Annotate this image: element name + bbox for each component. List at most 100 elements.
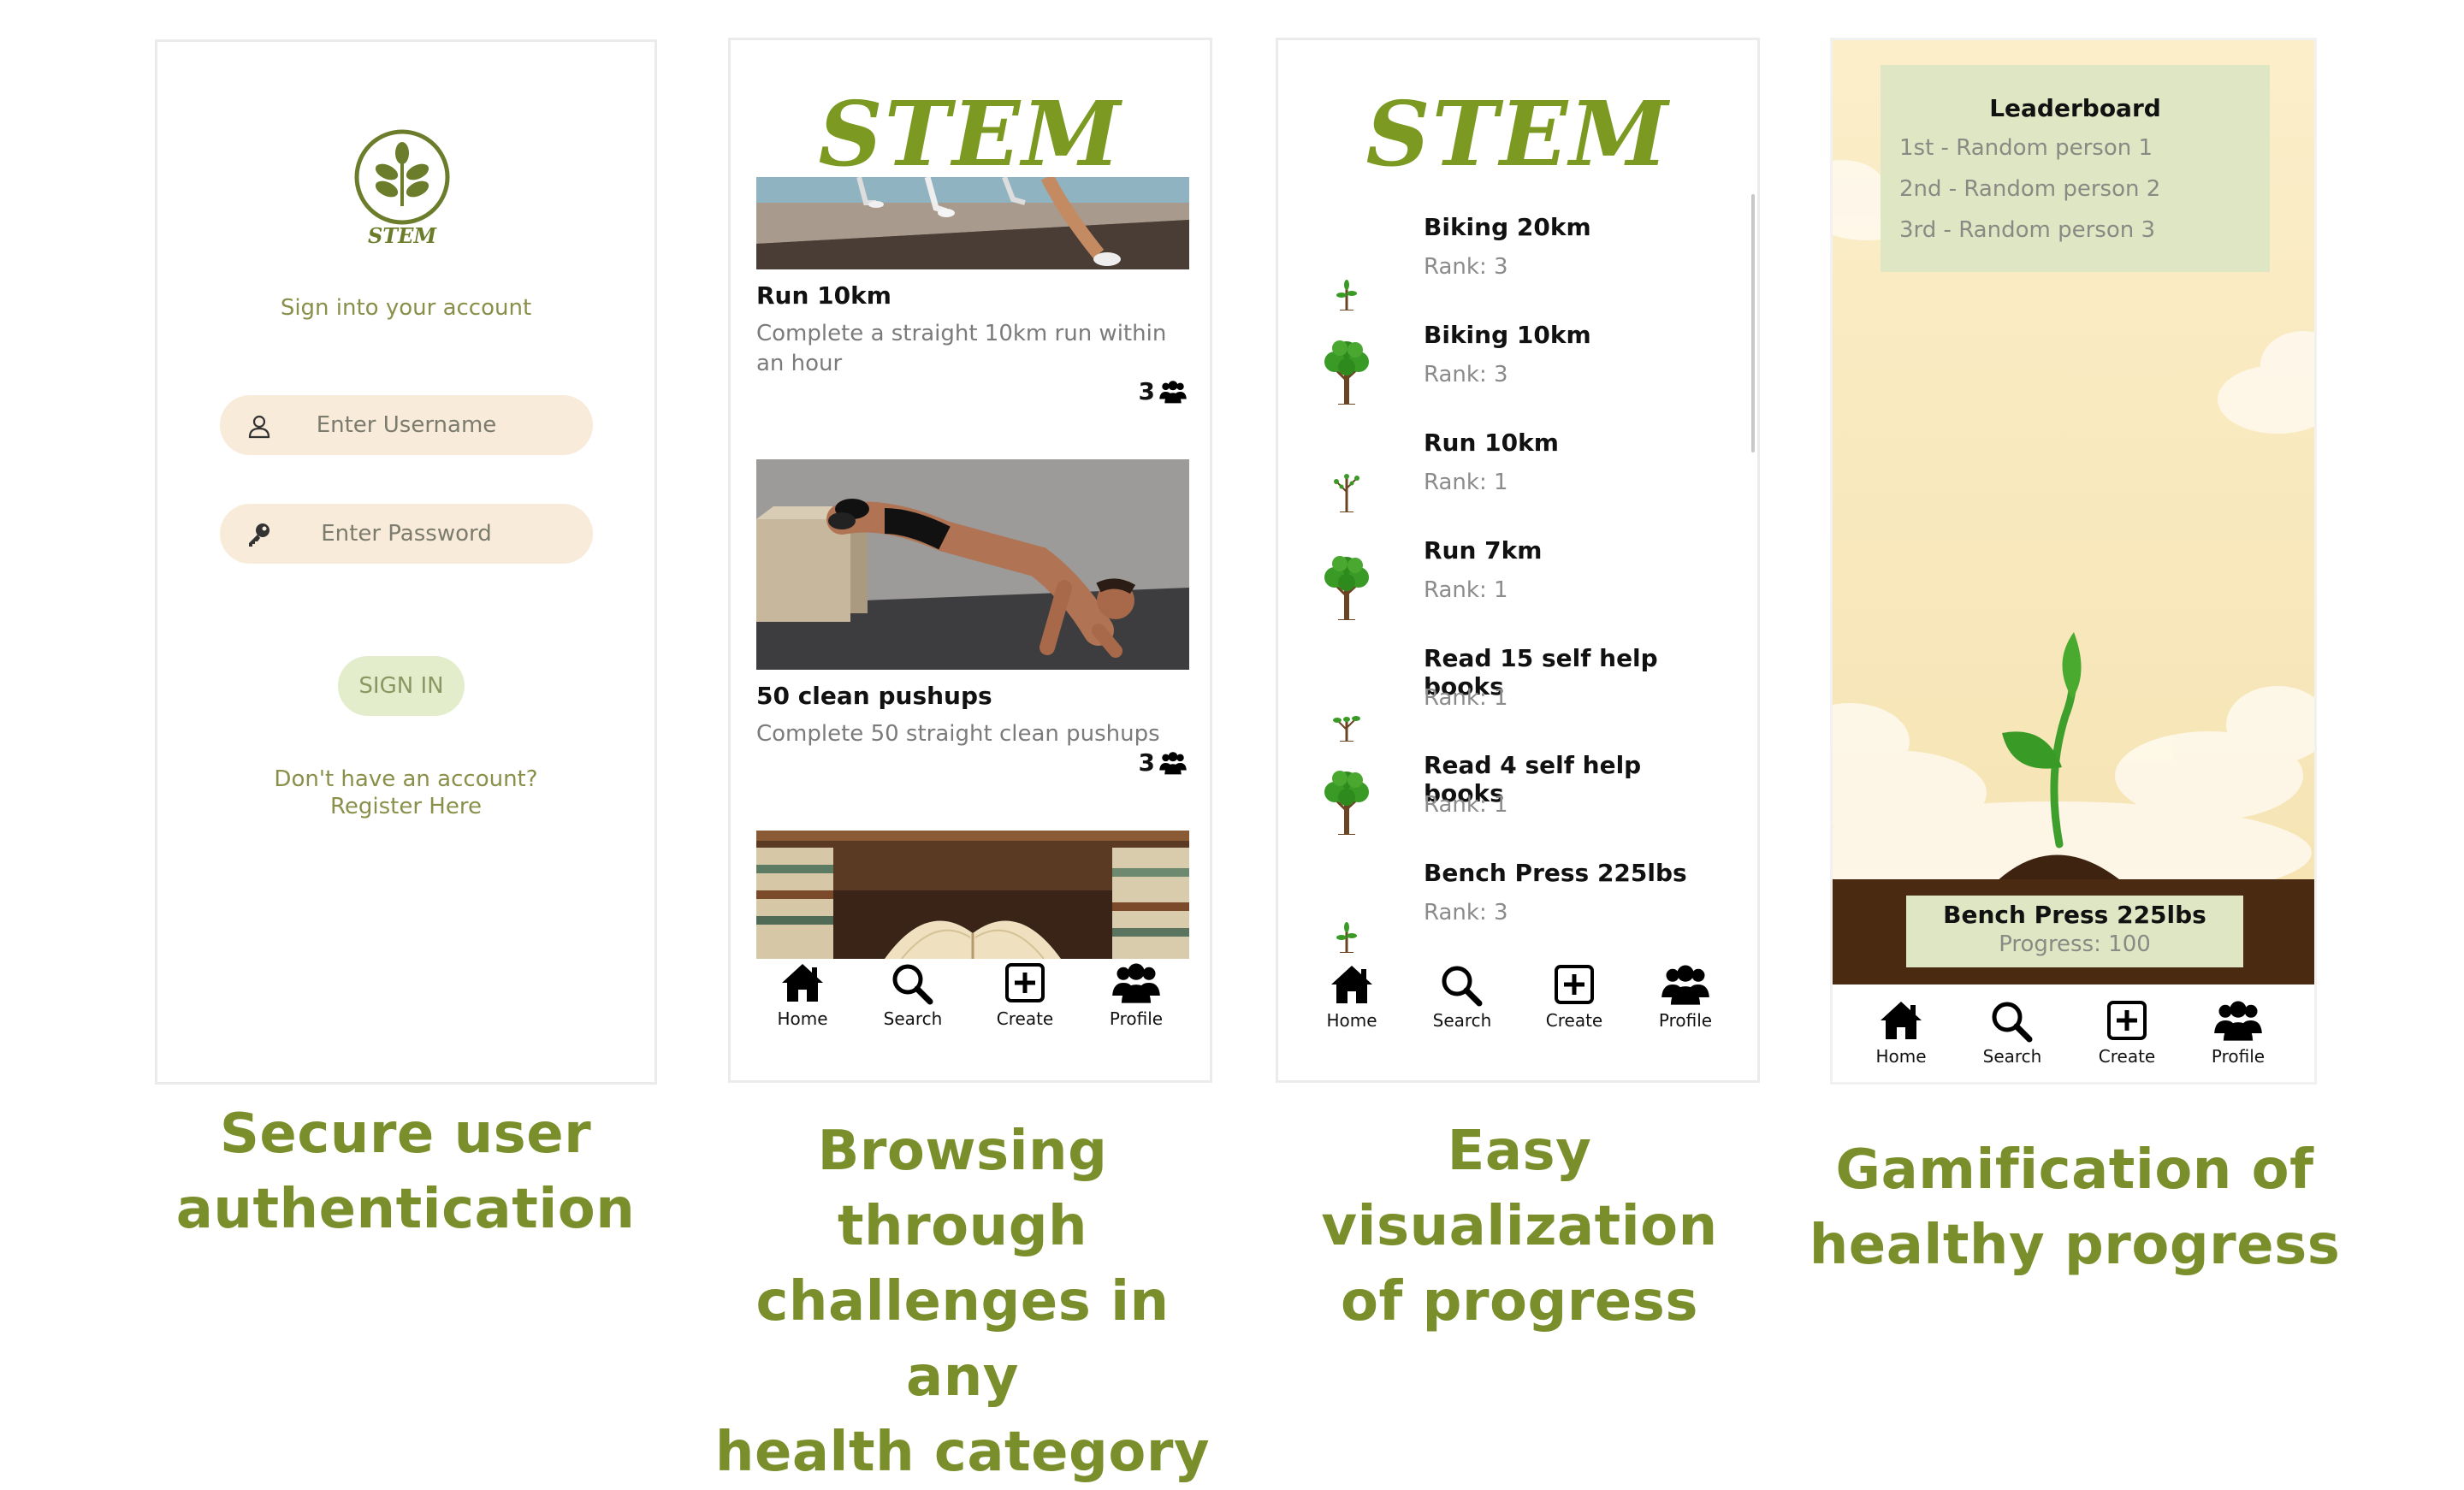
create-icon [1001, 961, 1049, 1005]
nav-create[interactable]: Create [1531, 962, 1617, 1031]
home-icon [1331, 966, 1372, 1003]
app-title: STEM [818, 81, 1122, 186]
participant-count: 3 [1139, 748, 1188, 777]
participant-count-value: 3 [1138, 377, 1155, 405]
leaderboard-title: Leaderboard [1989, 94, 2161, 122]
leaderboard-row: 3rd - Random person 3 [1899, 217, 2156, 243]
profile-group-icon [1112, 963, 1160, 1003]
signin-prompt: Sign into your account [280, 295, 532, 321]
caption-authentication: Secure user authentication [149, 1097, 662, 1247]
run-challenge-image[interactable] [756, 177, 1189, 269]
progress-rank: Rank: 3 [1424, 254, 1508, 280]
scrollbar[interactable] [1751, 194, 1755, 452]
bare-tree-icon [1332, 472, 1361, 512]
username-field[interactable]: Enter Username [220, 395, 593, 455]
pushup-challenge-image[interactable] [756, 459, 1189, 670]
nav-search-label: Search [1432, 1010, 1492, 1031]
caption-line: Browsing through [817, 1120, 1108, 1258]
app-title: STEM [1365, 81, 1670, 186]
progress-item[interactable]: Run 10km Rank: 1 [1278, 429, 1723, 536]
progress-item[interactable]: Biking 10km Rank: 3 [1278, 321, 1723, 429]
nav-create[interactable]: Create [2084, 998, 2170, 1067]
nav-create[interactable]: Create [982, 961, 1068, 1029]
stem-logo: STEM [352, 127, 452, 248]
register-link[interactable]: Register Here [157, 793, 654, 820]
challenge-title[interactable]: Run 10km [756, 281, 891, 310]
home-icon [782, 964, 823, 1002]
game-screen: Leaderboard 1st - Random person 1 2nd - … [1830, 38, 2317, 1085]
progress-title: Bench Press 225lbs [1424, 859, 1687, 887]
search-icon [1988, 998, 2036, 1043]
progress-item[interactable]: Read 4 self help books Rank: 1 [1278, 751, 1723, 859]
caption-browsing: Browsing through challenges in any healt… [693, 1114, 1232, 1490]
nav-home[interactable]: Home [1309, 962, 1395, 1031]
nav-profile-label: Profile [1109, 1008, 1164, 1029]
create-icon [2103, 998, 2151, 1043]
nav-search[interactable]: Search [1969, 998, 2055, 1067]
profile-group-icon [2214, 1001, 2262, 1041]
sapling-icon [1335, 278, 1359, 310]
sapling-icon [1335, 920, 1359, 953]
caption-line: of progress [1341, 1270, 1698, 1333]
progress-rank: Rank: 3 [1424, 362, 1508, 387]
full-tree-icon [1323, 769, 1371, 835]
caption-line: Gamification of [1835, 1138, 2314, 1202]
bottom-nav: Home Search Create Profile [1833, 998, 2314, 1082]
nav-home[interactable]: Home [760, 961, 845, 1029]
bottom-nav: Home Search Create Profile [1278, 962, 1757, 1056]
progress-item[interactable]: Run 7km Rank: 1 [1278, 536, 1723, 644]
caption-line: Secure user [219, 1103, 592, 1166]
books-challenge-image[interactable] [756, 831, 1189, 959]
caption-line: Easy visualization [1321, 1120, 1718, 1258]
progress-title: Biking 20km [1424, 213, 1591, 241]
nav-home-label: Home [777, 1008, 828, 1029]
challenge-description: Complete 50 straight clean pushups [756, 721, 1160, 747]
caption-line: challenges in any [755, 1270, 1170, 1409]
create-icon [1550, 962, 1598, 1007]
nav-search[interactable]: Search [1419, 962, 1505, 1031]
nav-profile-label: Profile [1658, 1010, 1713, 1031]
nav-create-label: Create [996, 1008, 1054, 1029]
nav-home[interactable]: Home [1858, 998, 1944, 1067]
progress-title: Run 10km [1424, 429, 1559, 457]
nav-profile[interactable]: Profile [1093, 961, 1179, 1029]
progress-rank: Rank: 1 [1424, 792, 1508, 818]
register-prompt: Don't have an account? Register Here [157, 766, 654, 820]
login-screen: STEM Sign into your account Enter Userna… [155, 39, 657, 1085]
progress-rank: Rank: 1 [1424, 470, 1508, 495]
username-input[interactable]: Enter Username [220, 412, 593, 438]
group-icon [1159, 380, 1187, 403]
search-icon [1438, 962, 1486, 1007]
challenge-description: Complete a straight 10km run within an h… [756, 321, 1167, 376]
leaderboard-row: 2nd - Random person 2 [1899, 176, 2161, 202]
young-tree-icon [1331, 714, 1362, 742]
caption-gamification: Gamification of healthy progress [1805, 1132, 2344, 1283]
signin-button[interactable]: SIGN IN [338, 656, 465, 716]
full-tree-icon [1323, 339, 1371, 405]
nav-profile[interactable]: Profile [1643, 962, 1728, 1031]
register-question: Don't have an account? [274, 766, 538, 792]
password-field[interactable]: Enter Password [220, 504, 593, 564]
progress-item[interactable]: Biking 20km Rank: 3 [1278, 213, 1723, 321]
caption-line: authentication [175, 1178, 636, 1241]
progress-rank: Rank: 3 [1424, 900, 1508, 925]
group-icon [1159, 751, 1187, 774]
browse-screen: STEM Run 10km Complete a straight 10km r… [728, 38, 1212, 1083]
leaderboard: Leaderboard 1st - Random person 1 2nd - … [1881, 65, 2270, 272]
profile-group-icon [1661, 965, 1709, 1005]
nav-create-label: Create [2098, 1046, 2156, 1067]
challenge-title[interactable]: 50 clean pushups [756, 682, 992, 710]
logo-text: STEM [367, 223, 437, 248]
progress-screen: STEM Biking 20km Rank: 3 Biking 10km Ran… [1276, 38, 1760, 1083]
progress-item[interactable]: Read 15 self help books Rank: 1 [1278, 644, 1723, 752]
full-tree-icon [1323, 554, 1371, 620]
home-icon [1881, 1002, 1922, 1039]
nav-search[interactable]: Search [870, 961, 956, 1029]
goal-progress-box[interactable]: Bench Press 225lbs Progress: 100 [1906, 896, 2243, 967]
bottom-nav: Home Search Create Profile [731, 961, 1210, 1055]
nav-profile[interactable]: Profile [2195, 998, 2281, 1067]
progress-item[interactable]: Bench Press 225lbs Rank: 3 [1278, 859, 1723, 967]
goal-title: Bench Press 225lbs [1943, 901, 2206, 929]
password-input[interactable]: Enter Password [220, 521, 593, 547]
nav-search-label: Search [1982, 1046, 2042, 1067]
